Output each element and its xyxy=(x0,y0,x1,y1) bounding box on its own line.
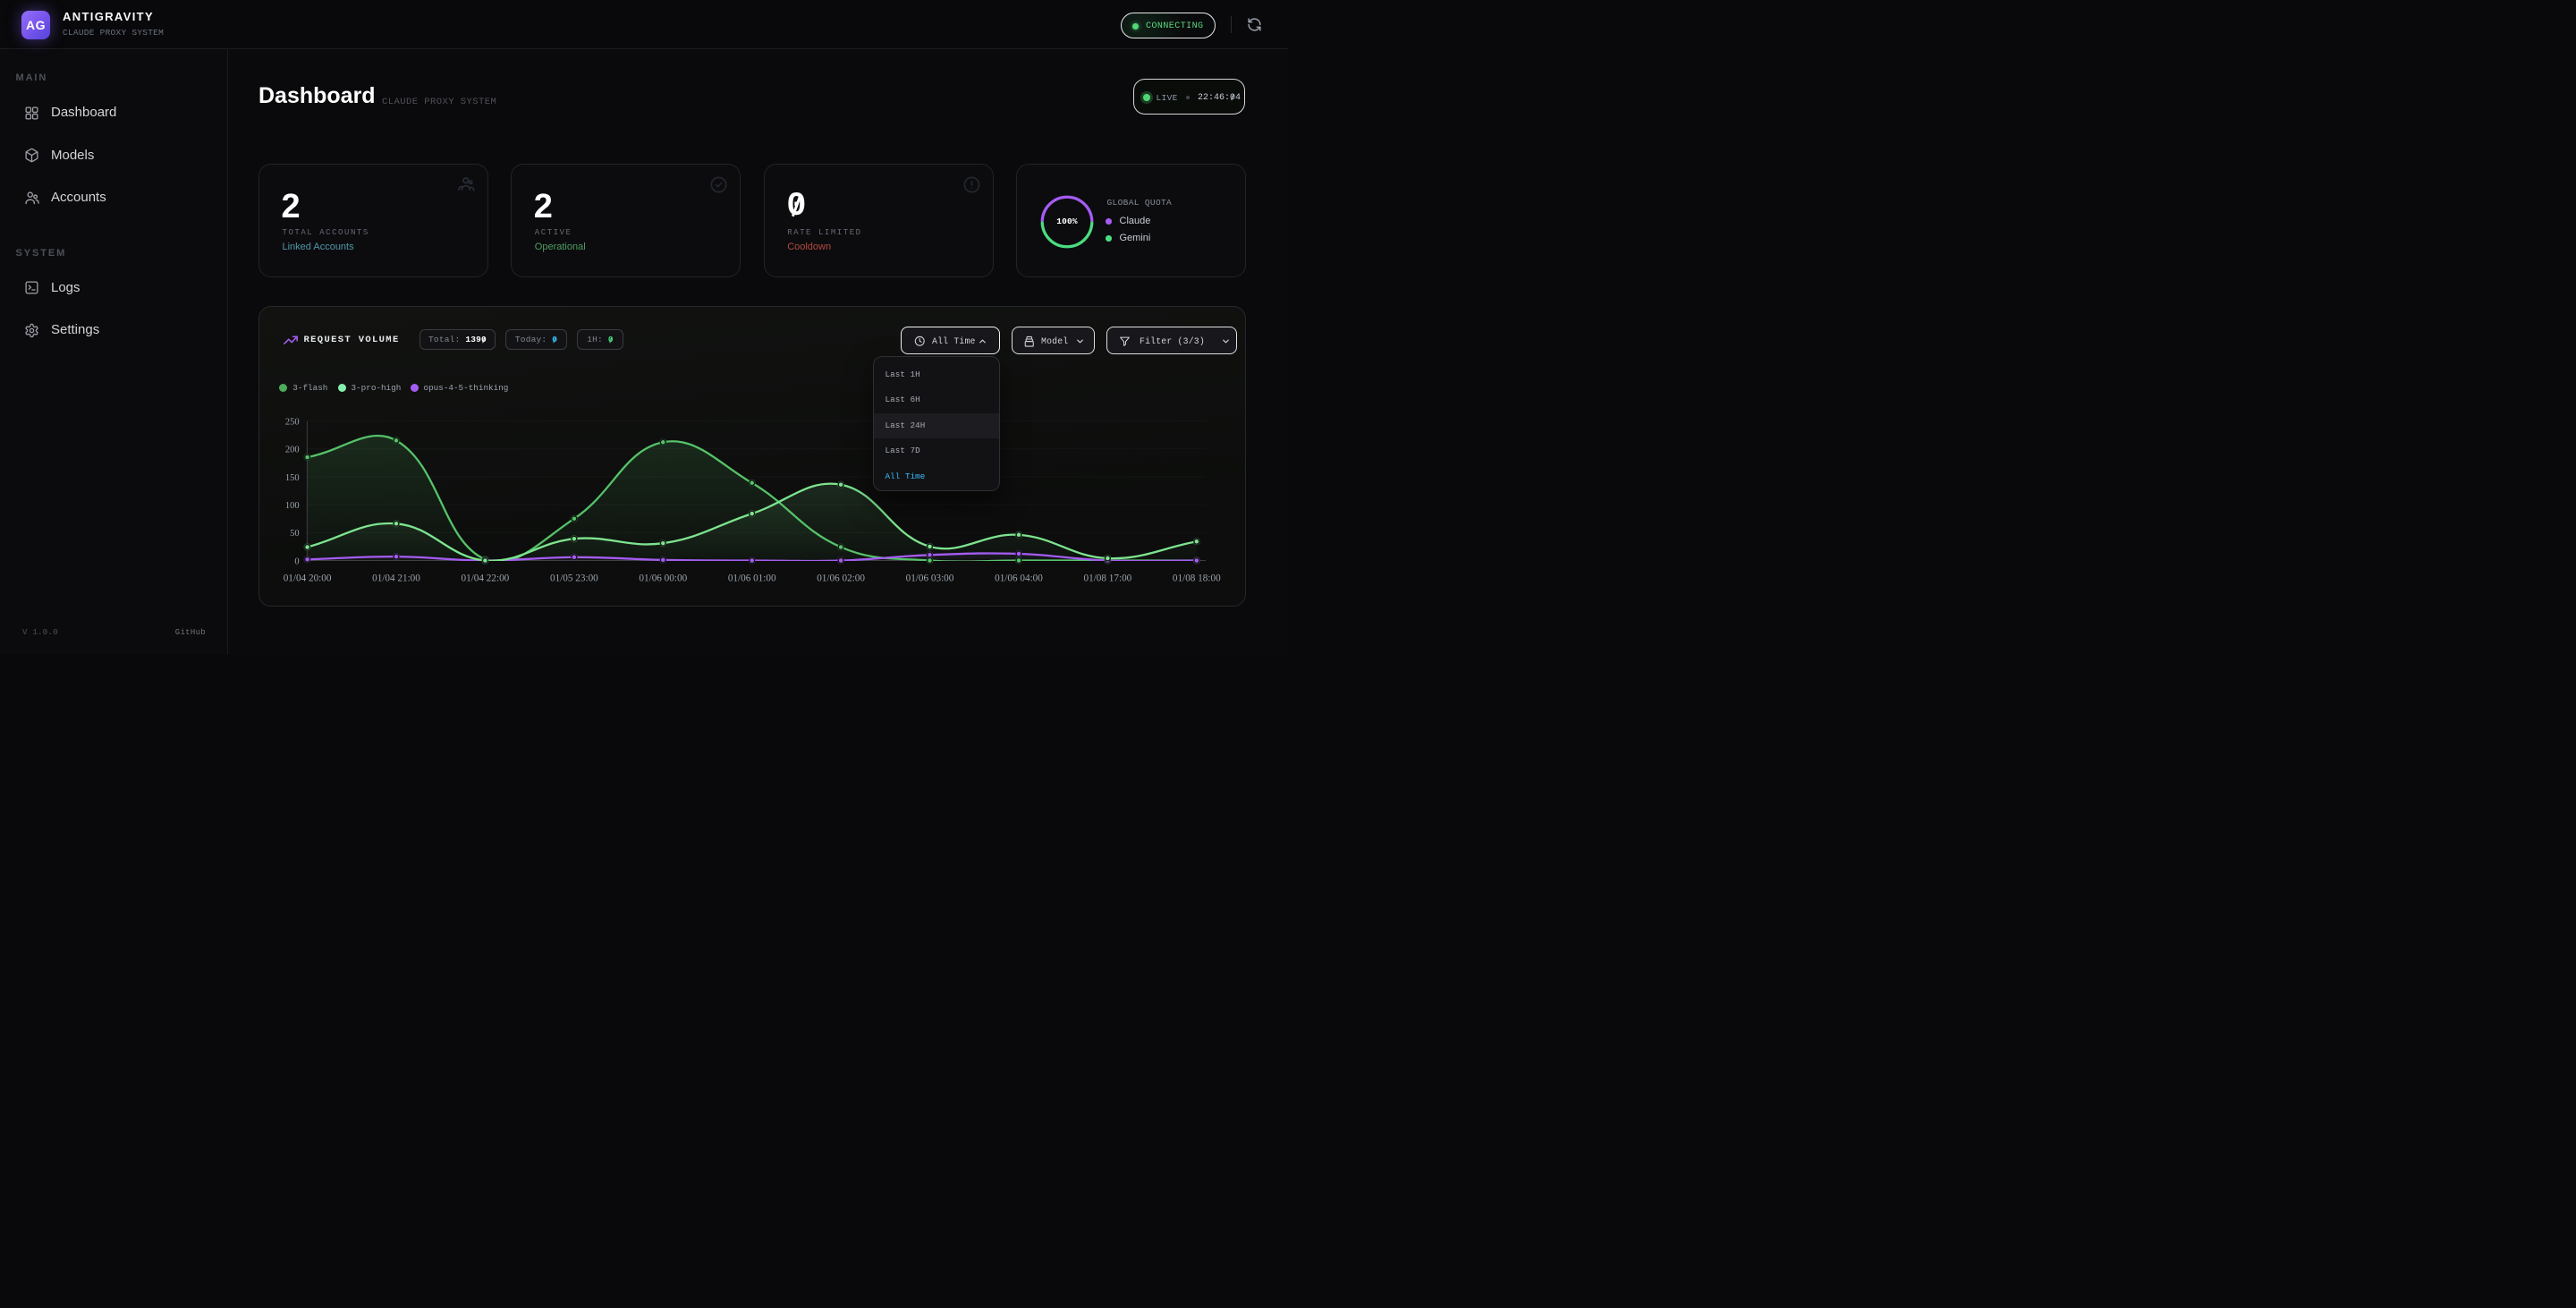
svg-text:150: 150 xyxy=(285,473,300,483)
svg-text:100: 100 xyxy=(285,501,300,511)
svg-text:01/06 00:00: 01/06 00:00 xyxy=(639,573,687,584)
svg-text:50: 50 xyxy=(290,529,300,539)
svg-text:01/06 04:00: 01/06 04:00 xyxy=(995,573,1043,584)
svg-text:01/06 01:00: 01/06 01:00 xyxy=(728,573,776,584)
svg-text:200: 200 xyxy=(285,446,300,455)
svg-text:01/06 02:00: 01/06 02:00 xyxy=(817,573,865,584)
svg-text:01/04 22:00: 01/04 22:00 xyxy=(462,573,510,584)
svg-text:01/05 23:00: 01/05 23:00 xyxy=(550,573,598,584)
svg-text:01/08 17:00: 01/08 17:00 xyxy=(1084,573,1132,584)
svg-text:250: 250 xyxy=(285,417,300,427)
svg-text:01/04 20:00: 01/04 20:00 xyxy=(284,573,332,584)
svg-text:0: 0 xyxy=(294,556,299,566)
svg-text:01/06 03:00: 01/06 03:00 xyxy=(906,573,954,584)
svg-text:01/08 18:00: 01/08 18:00 xyxy=(1173,573,1221,584)
svg-text:01/04 21:00: 01/04 21:00 xyxy=(372,573,420,584)
